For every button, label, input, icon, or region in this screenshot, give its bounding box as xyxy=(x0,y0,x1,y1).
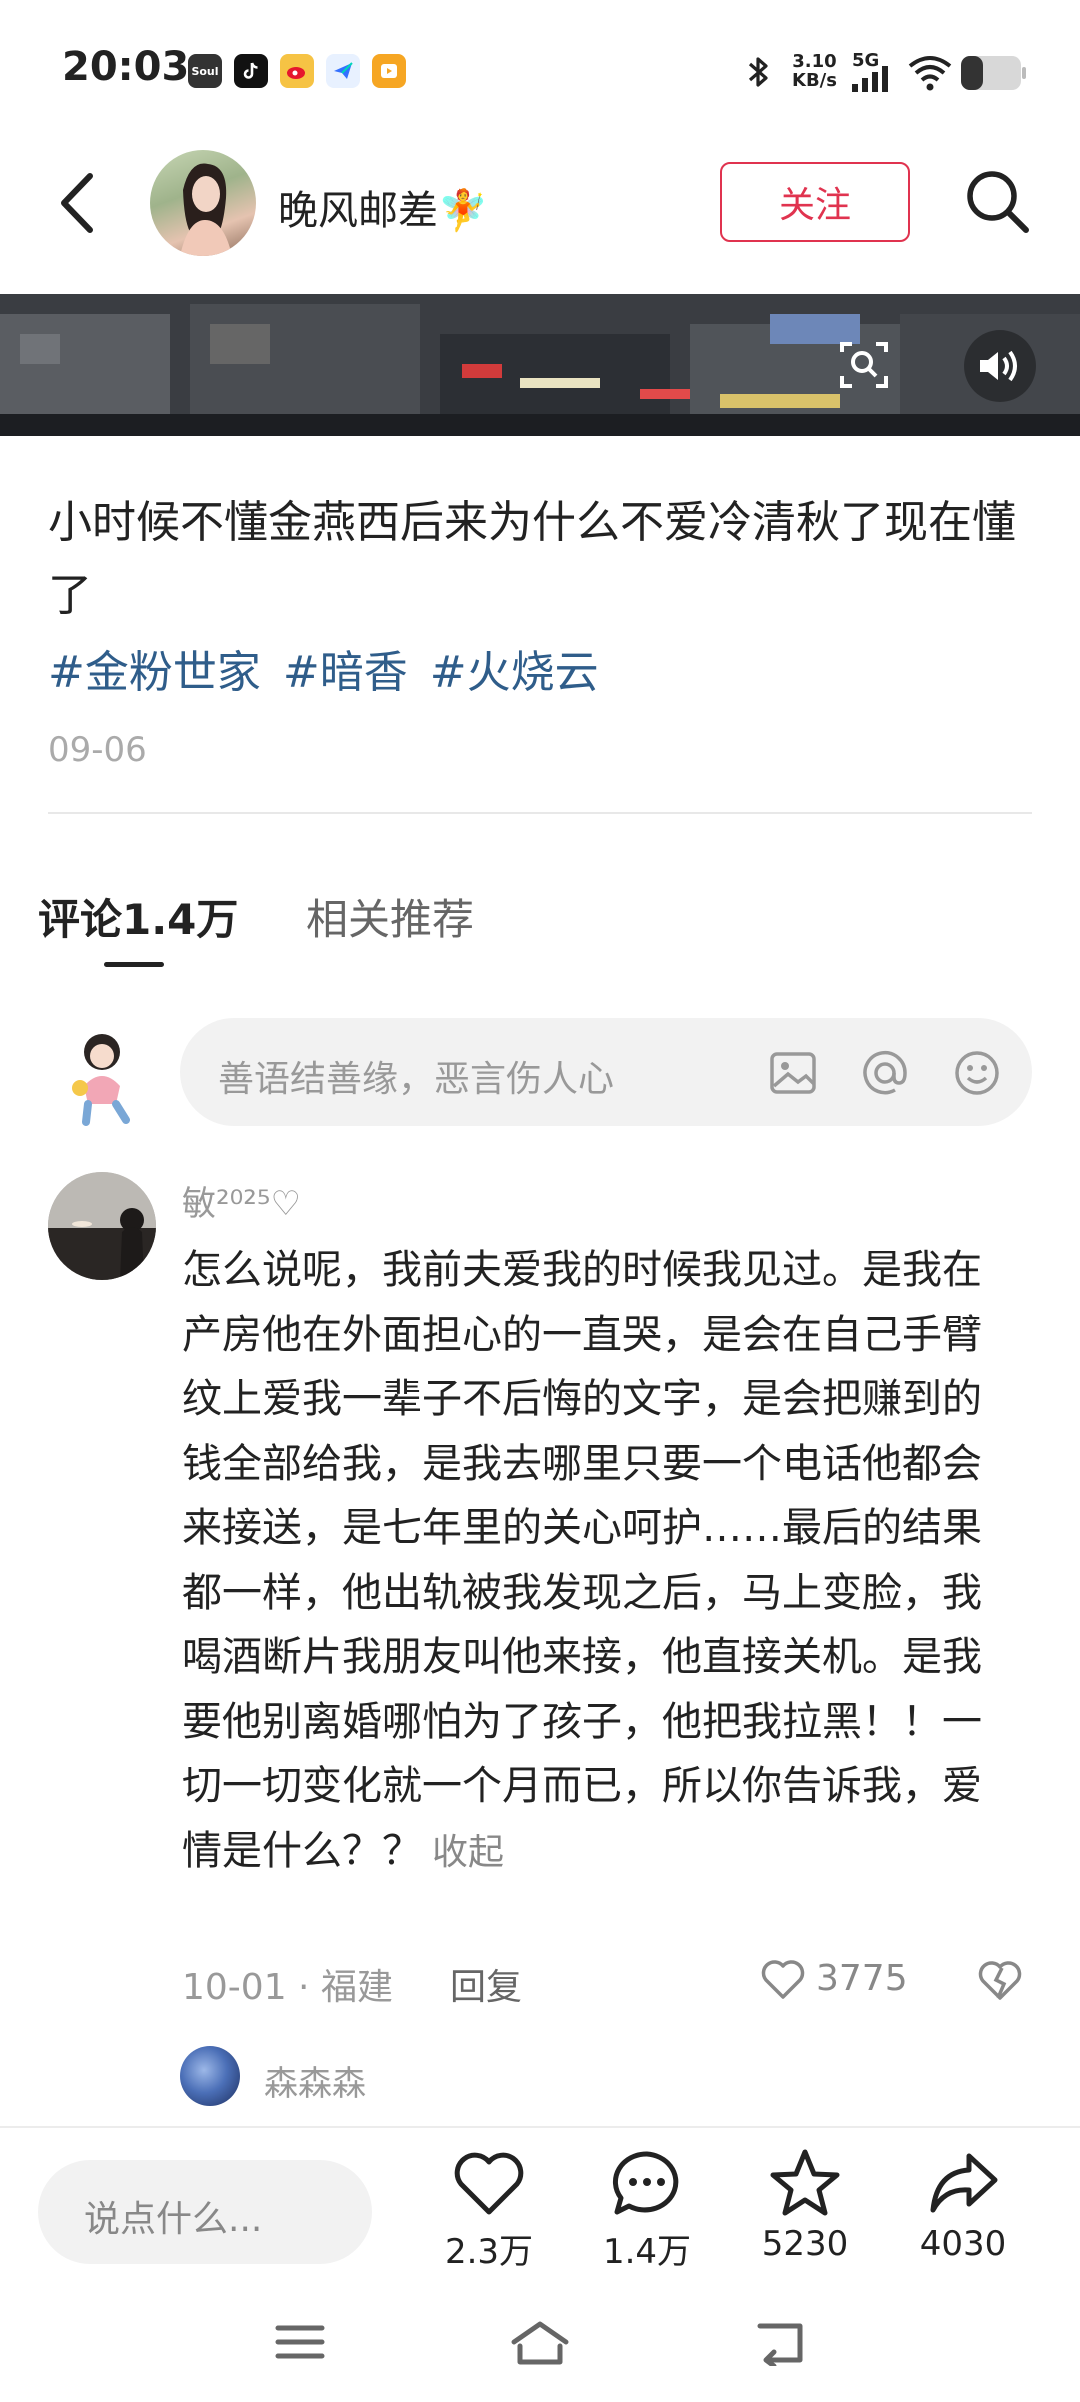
home-nav-icon[interactable] xyxy=(510,2320,570,2370)
douyin-app-icon xyxy=(234,54,268,88)
like-count: 2.3万 xyxy=(444,2232,534,2272)
like-button[interactable]: 2.3万 xyxy=(414,2148,564,2273)
author-avatar[interactable] xyxy=(150,150,256,256)
comment-dislike-icon[interactable] xyxy=(974,1954,1026,2006)
say-something-input[interactable]: 说点什么... xyxy=(38,2160,372,2264)
emoji-icon[interactable] xyxy=(952,1048,1002,1098)
video-player[interactable] xyxy=(0,294,1080,436)
tab-comments[interactable]: 评论1.4万 xyxy=(38,886,238,947)
my-avatar xyxy=(64,1026,146,1126)
post-text: 小时候不懂金燕西后来为什么不爱冷清秋了现在懂了 xyxy=(48,497,1016,621)
tag-link[interactable]: #暗香 xyxy=(283,647,408,698)
favorite-count: 5230 xyxy=(761,2224,849,2264)
comment-text: 怎么说呢，我前夫爱我的时候我见过。是我在产房他在外面担心的一直哭，是会在自己手臂… xyxy=(182,1238,1012,1885)
mention-icon[interactable] xyxy=(860,1048,910,1098)
comment-placeholder: 善语结善缘，恶言伤人心 xyxy=(218,1059,615,1100)
weibo-app-icon xyxy=(280,54,314,88)
back-button[interactable] xyxy=(50,168,110,238)
tag-link[interactable]: #金粉世家 xyxy=(48,647,261,698)
status-time: 20:03 xyxy=(62,44,190,90)
divider xyxy=(48,812,1032,814)
comment-body: 怎么说呢，我前夫爱我的时候我见过。是我在产房他在外面担心的一直哭，是会在自己手臂… xyxy=(182,1247,982,1874)
reply-avatar[interactable] xyxy=(180,2046,240,2106)
post-tags: #金粉世家 #暗香 #火烧云 xyxy=(48,636,621,700)
commenter-avatar[interactable] xyxy=(48,1172,156,1280)
comment-like-icon[interactable] xyxy=(758,1954,808,2004)
comment-meta: 10-01 · 福建 xyxy=(182,1967,393,2008)
author-name[interactable]: 晚风邮差🧚 xyxy=(278,178,488,236)
signal-icon xyxy=(850,66,896,96)
favorite-button[interactable]: 5230 xyxy=(730,2148,880,2264)
search-icon[interactable] xyxy=(962,166,1032,236)
say-placeholder: 说点什么... xyxy=(84,2199,263,2240)
bluetooth-icon xyxy=(738,52,778,96)
comment-input[interactable]: 善语结善缘，恶言伤人心 xyxy=(180,1018,1032,1126)
volume-icon xyxy=(980,350,1017,382)
status-bar: 20:03 Soul 3.10 KB/s 5G xyxy=(0,0,1080,140)
volume-button[interactable] xyxy=(964,330,1036,402)
feishu-app-icon xyxy=(326,54,360,88)
video-app-icon xyxy=(372,54,406,88)
collapse-button[interactable]: 收起 xyxy=(432,1832,504,1873)
wifi-icon xyxy=(906,52,954,96)
battery-icon xyxy=(960,54,1026,96)
soul-app-icon: Soul xyxy=(188,54,222,88)
star-icon xyxy=(770,2149,840,2216)
active-tab-indicator xyxy=(104,962,164,967)
tag-link[interactable]: #火烧云 xyxy=(430,647,599,698)
comment-count: 1.4万 xyxy=(602,2232,692,2272)
bottom-action-bar: 说点什么... 2.3万 1.4万 5230 4030 xyxy=(0,2126,1080,2402)
post-date: 09-06 xyxy=(48,730,147,770)
reply-user-name[interactable]: 森森森 xyxy=(264,2056,366,2105)
tab-related[interactable]: 相关推荐 xyxy=(306,886,474,947)
follow-button[interactable]: 关注 xyxy=(720,162,910,242)
reply-button[interactable]: 回复 xyxy=(450,1958,522,2010)
image-icon[interactable] xyxy=(768,1048,818,1098)
share-icon xyxy=(930,2153,998,2213)
video-frame xyxy=(0,294,1080,436)
menu-nav-icon[interactable] xyxy=(274,2320,326,2368)
comment-button[interactable]: 1.4万 xyxy=(572,2148,722,2273)
comment-like-count: 3775 xyxy=(816,1958,908,1999)
commenter-name[interactable]: 敏²⁰²⁵♡ xyxy=(182,1176,301,1225)
network-speed: 3.10 KB/s xyxy=(792,51,837,91)
share-count: 4030 xyxy=(919,2224,1007,2264)
back-nav-icon[interactable] xyxy=(754,2320,806,2370)
comment-bubble-icon xyxy=(612,2151,679,2215)
zoom-screen-icon[interactable] xyxy=(836,336,892,396)
share-button[interactable]: 4030 xyxy=(888,2148,1038,2264)
heart-icon xyxy=(454,2152,524,2215)
